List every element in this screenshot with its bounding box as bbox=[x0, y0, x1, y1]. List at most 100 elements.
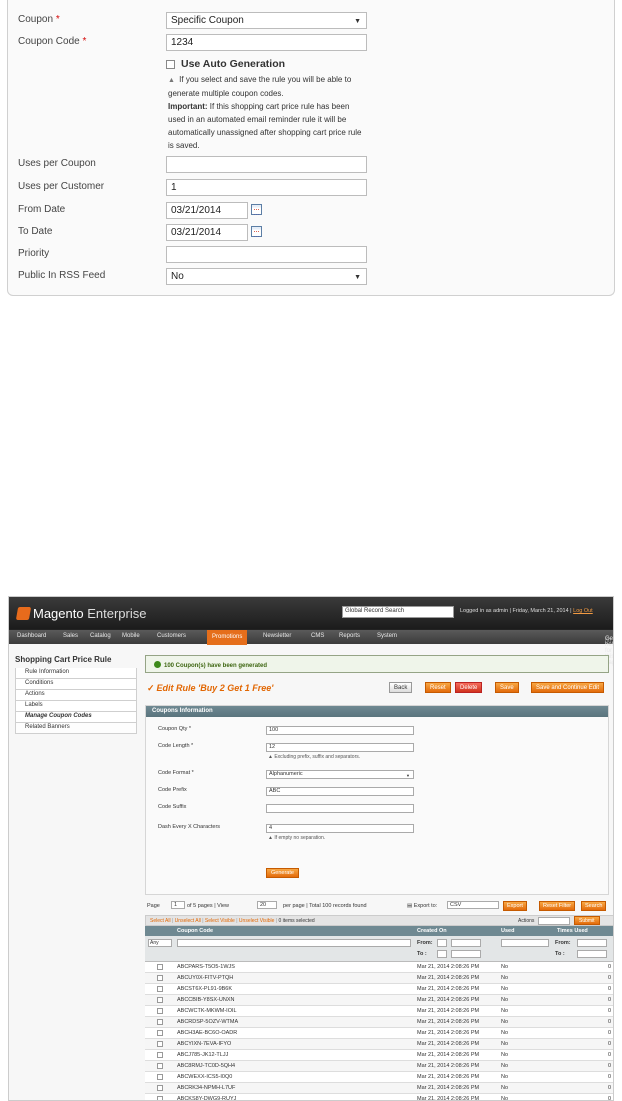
cell-coupon-code: ABCWEXX-ICS5-I0Q0 bbox=[177, 1074, 233, 1080]
cell-used: No bbox=[501, 997, 509, 1003]
row-checkbox[interactable] bbox=[157, 1052, 163, 1058]
table-row[interactable]: ABCWEXX-ICS5-I0Q0 Mar 21, 2014 2:08:26 PM… bbox=[145, 1072, 613, 1083]
sidebar-item-rule-information[interactable]: Rule Information bbox=[15, 668, 137, 679]
table-row[interactable]: ABCST6X-PL91-9B6K Mar 21, 2014 2:08:26 PM… bbox=[145, 984, 613, 995]
sidebar-item-related-banners[interactable]: Related Banners bbox=[15, 723, 137, 734]
col-created-on[interactable]: Created On bbox=[417, 928, 447, 934]
select-visible-link[interactable]: Select Visible bbox=[205, 918, 235, 924]
magento-logo[interactable]: Magento Enterprise bbox=[15, 606, 146, 621]
table-row[interactable]: ABCPARS-T5O5-1WJS Mar 21, 2014 2:08:26 PM… bbox=[145, 962, 613, 973]
unselect-all-link[interactable]: Unselect All bbox=[175, 918, 201, 924]
logout-link[interactable]: Log Out bbox=[573, 608, 593, 614]
table-row[interactable]: ABCRK34-NPMH-L7UF Mar 21, 2014 2:08:26 PM… bbox=[145, 1083, 613, 1094]
table-row[interactable]: ABCKS8Y-DWG9-RUYJ Mar 21, 2014 2:08:26 PM… bbox=[145, 1094, 613, 1101]
calendar-icon[interactable] bbox=[437, 939, 447, 947]
row-checkbox[interactable] bbox=[157, 1063, 163, 1069]
nav-newsletter[interactable]: Newsletter bbox=[263, 633, 291, 639]
nav-system[interactable]: System bbox=[377, 633, 397, 639]
page-input[interactable]: 1 bbox=[171, 901, 185, 909]
row-checkbox[interactable] bbox=[157, 975, 163, 981]
coupon-select[interactable]: Specific Coupon bbox=[166, 12, 367, 29]
code-suffix-input[interactable] bbox=[266, 804, 414, 813]
row-checkbox[interactable] bbox=[157, 986, 163, 992]
table-row[interactable]: ABCUY0X-FITV-PTQH Mar 21, 2014 2:08:26 PM… bbox=[145, 973, 613, 984]
row-checkbox[interactable] bbox=[157, 1041, 163, 1047]
delete-button[interactable]: Delete bbox=[455, 682, 483, 693]
auto-generation-checkbox[interactable] bbox=[166, 59, 175, 69]
row-checkbox[interactable] bbox=[157, 1019, 163, 1025]
export-button[interactable]: Export bbox=[503, 901, 527, 911]
col-times-used[interactable]: Times Used bbox=[557, 928, 588, 934]
table-row[interactable]: ABC8RMJ-TC0D-5QH4 Mar 21, 2014 2:08:26 PM… bbox=[145, 1061, 613, 1072]
cell-coupon-code: ABCJ785-JK12-TLJJ bbox=[177, 1052, 229, 1058]
reset-filter-button[interactable]: Reset Filter bbox=[539, 901, 576, 911]
coupon-code-input[interactable]: 1234 bbox=[166, 34, 367, 51]
row-checkbox[interactable] bbox=[157, 997, 163, 1003]
row-checkbox[interactable] bbox=[157, 1096, 163, 1100]
per-page-select[interactable]: 20 bbox=[257, 901, 277, 909]
back-button[interactable]: Back bbox=[389, 682, 413, 693]
filter-times-from-input[interactable] bbox=[577, 939, 607, 947]
nav-reports[interactable]: Reports bbox=[339, 633, 360, 639]
table-row[interactable]: ABCCBIB-Y8SX-UNXN Mar 21, 2014 2:08:26 PM… bbox=[145, 995, 613, 1006]
submit-button[interactable]: Submit bbox=[574, 916, 600, 925]
to-date-input[interactable]: 03/21/2014 bbox=[166, 224, 248, 241]
cell-created-on: Mar 21, 2014 2:08:26 PM bbox=[417, 986, 480, 992]
save-continue-button[interactable]: Save and Continue Edit bbox=[531, 682, 605, 693]
uses-per-customer-input[interactable]: 1 bbox=[166, 179, 367, 196]
table-row[interactable]: ABCYIXN-7EVA-IFYO Mar 21, 2014 2:08:26 PM… bbox=[145, 1039, 613, 1050]
reset-button[interactable]: Reset bbox=[425, 682, 451, 693]
priority-input[interactable] bbox=[166, 246, 367, 263]
filter-coupon-code-input[interactable] bbox=[177, 939, 411, 947]
save-button[interactable]: Save bbox=[495, 682, 519, 693]
col-coupon-code[interactable]: Coupon Code bbox=[177, 928, 213, 934]
rss-select[interactable]: No bbox=[166, 268, 367, 285]
generate-button[interactable]: Generate bbox=[266, 868, 299, 878]
filter-created-from-input[interactable] bbox=[451, 939, 481, 947]
actions-select[interactable] bbox=[538, 917, 570, 925]
cell-created-on: Mar 21, 2014 2:08:26 PM bbox=[417, 1052, 480, 1058]
table-row[interactable]: ABCRDSP-5OZV-WTMA Mar 21, 2014 2:08:26 PM… bbox=[145, 1017, 613, 1028]
nav-sales[interactable]: Sales bbox=[63, 633, 78, 639]
export-format-select[interactable]: CSV bbox=[447, 901, 499, 909]
row-checkbox[interactable] bbox=[157, 1030, 163, 1036]
nav-mobile[interactable]: Mobile bbox=[122, 633, 140, 639]
nav-promotions[interactable]: Promotions bbox=[207, 630, 248, 645]
from-date-input[interactable]: 03/21/2014 bbox=[166, 202, 248, 219]
filter-times-to-input[interactable] bbox=[577, 950, 607, 958]
calendar-icon[interactable] bbox=[437, 950, 447, 958]
sidebar-item-conditions[interactable]: Conditions bbox=[15, 679, 137, 690]
calendar-icon[interactable] bbox=[251, 226, 262, 237]
row-checkbox[interactable] bbox=[157, 1085, 163, 1091]
sidebar-item-actions[interactable]: Actions bbox=[15, 690, 137, 701]
sidebar-item-labels[interactable]: Labels bbox=[15, 701, 137, 712]
dash-input[interactable]: 4 bbox=[266, 824, 414, 833]
table-row[interactable]: ABCWCTK-MKWM-IOIL Mar 21, 2014 2:08:26 PM… bbox=[145, 1006, 613, 1017]
table-row[interactable]: ABCH3AE-BC6O-OADR Mar 21, 2014 2:08:26 PM… bbox=[145, 1028, 613, 1039]
nav-customers[interactable]: Customers bbox=[157, 633, 186, 639]
filter-any-select[interactable]: Any bbox=[148, 939, 172, 947]
sidebar-item-manage-coupon-codes[interactable]: Manage Coupon Codes bbox=[15, 712, 137, 723]
row-checkbox[interactable] bbox=[157, 964, 163, 970]
row-checkbox[interactable] bbox=[157, 1074, 163, 1080]
cell-times-used: 0 bbox=[607, 1030, 611, 1036]
nav-dashboard[interactable]: Dashboard bbox=[17, 633, 46, 639]
uses-per-coupon-input[interactable] bbox=[166, 156, 367, 173]
global-search-input[interactable]: Global Record Search bbox=[342, 606, 454, 618]
code-length-input[interactable]: 12 bbox=[266, 743, 414, 752]
table-row[interactable]: ABCJ785-JK12-TLJJ Mar 21, 2014 2:08:26 PM… bbox=[145, 1050, 613, 1061]
cell-coupon-code: ABCKS8Y-DWG9-RUYJ bbox=[177, 1096, 237, 1101]
col-used[interactable]: Used bbox=[501, 928, 514, 934]
code-format-select[interactable]: Alphanumeric bbox=[266, 770, 414, 779]
select-all-link[interactable]: Select All bbox=[150, 918, 171, 924]
coupon-qty-input[interactable]: 100 bbox=[266, 726, 414, 735]
filter-used-select[interactable] bbox=[501, 939, 549, 947]
nav-cms[interactable]: CMS bbox=[311, 633, 324, 639]
calendar-icon[interactable] bbox=[251, 204, 262, 215]
nav-catalog[interactable]: Catalog bbox=[90, 633, 111, 639]
row-checkbox[interactable] bbox=[157, 1008, 163, 1014]
unselect-visible-link[interactable]: Unselect Visible bbox=[239, 918, 274, 924]
search-button[interactable]: Search bbox=[581, 901, 607, 911]
filter-created-to-input[interactable] bbox=[451, 950, 481, 958]
code-prefix-input[interactable]: ABC bbox=[266, 787, 414, 796]
